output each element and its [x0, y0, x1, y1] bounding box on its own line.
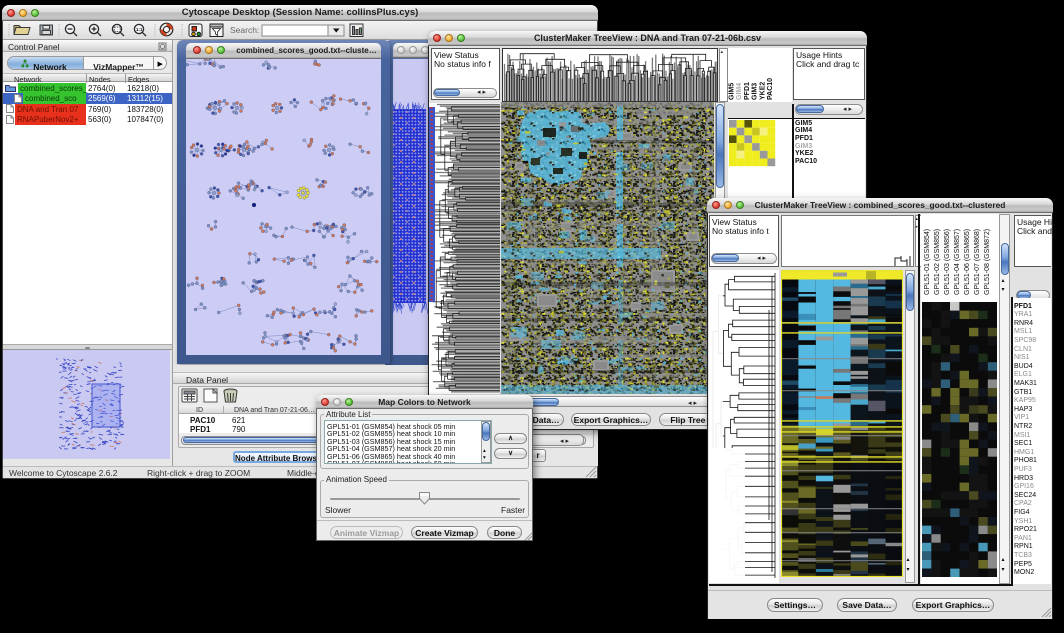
- svg-text:GIM4: GIM4: [736, 83, 743, 100]
- svg-text:1:1: 1:1: [136, 27, 143, 32]
- svg-text:GIM5: GIM5: [729, 83, 736, 100]
- svg-text:PAC10: PAC10: [767, 78, 774, 100]
- svg-text:GPL51-04 (GSM857): GPL51-04 (GSM857): [954, 229, 961, 295]
- svg-text:GPL51-01 (GSM854): GPL51-01 (GSM854): [924, 229, 931, 295]
- svg-text:GPL51-07 (GSM868): GPL51-07 (GSM868): [974, 229, 981, 295]
- svg-text:GPL51-06 (GSM865): GPL51-06 (GSM865): [964, 229, 971, 295]
- svg-text:GPL51-08 (GSM872): GPL51-08 (GSM872): [984, 229, 991, 295]
- svg-text:PFD1: PFD1: [744, 82, 751, 100]
- svg-text:GIM3: GIM3: [752, 83, 759, 100]
- svg-text:Search:: Search:: [230, 25, 259, 35]
- svg-text:GPL51-02 (GSM855): GPL51-02 (GSM855): [934, 229, 941, 295]
- svg-text:GPL51-03 (GSM856): GPL51-03 (GSM856): [944, 229, 951, 295]
- svg-text:YKE2: YKE2: [759, 82, 766, 100]
